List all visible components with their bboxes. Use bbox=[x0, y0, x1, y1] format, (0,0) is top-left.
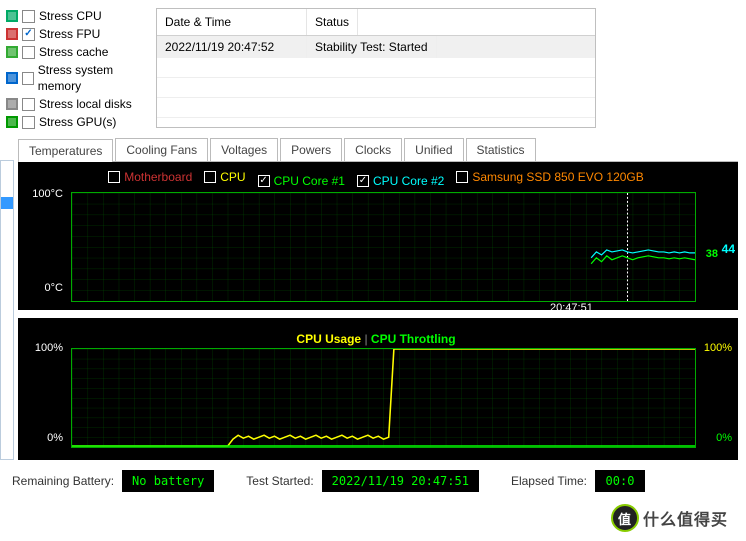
stress-option-row: ✓ Stress FPU bbox=[6, 26, 146, 42]
tab-temperatures[interactable]: Temperatures bbox=[18, 139, 113, 162]
option-label[interactable]: Stress GPU(s) bbox=[39, 114, 116, 130]
y-right-bot: 0% bbox=[716, 432, 732, 444]
sensor-tree-gutter[interactable] bbox=[0, 160, 14, 460]
stress-option-row: Stress GPU(s) bbox=[6, 114, 146, 130]
watermark-badge-icon: 值 bbox=[611, 504, 639, 532]
col-header-datetime[interactable]: Date & Time bbox=[157, 9, 307, 35]
y-axis-top: 100°C bbox=[32, 188, 63, 200]
usage-chart: CPU Usage | CPU Throttling 100% 0% 100% … bbox=[20, 320, 736, 458]
tab-powers[interactable]: Powers bbox=[280, 138, 342, 161]
option-icon bbox=[6, 116, 18, 128]
option-label[interactable]: Stress CPU bbox=[39, 8, 102, 24]
value-core1: 38 bbox=[706, 248, 718, 260]
checkbox[interactable]: ✓ bbox=[22, 28, 35, 41]
legend-checkbox[interactable] bbox=[357, 175, 369, 187]
y-axis-bot: 0°C bbox=[45, 282, 63, 294]
option-icon bbox=[6, 46, 18, 58]
cell-status: Stability Test: Started bbox=[307, 36, 437, 58]
stress-option-row: Stress local disks bbox=[6, 96, 146, 112]
y-left-bot: 0% bbox=[47, 432, 63, 444]
started-label: Test Started: bbox=[246, 474, 313, 488]
grid-svg bbox=[72, 349, 695, 447]
tab-unified[interactable]: Unified bbox=[404, 138, 463, 161]
legend-label: CPU Core #1 bbox=[274, 174, 345, 188]
elapsed-value: 00:0 bbox=[595, 470, 645, 492]
stress-option-row: Stress cache bbox=[6, 44, 146, 60]
tab-cooling-fans[interactable]: Cooling Fans bbox=[115, 138, 208, 161]
legend-checkbox[interactable] bbox=[456, 171, 468, 183]
checkbox[interactable] bbox=[22, 46, 35, 59]
legend-label: Motherboard bbox=[124, 170, 192, 184]
option-label[interactable]: Stress system memory bbox=[38, 62, 146, 94]
option-icon bbox=[6, 98, 18, 110]
stress-option-row: Stress CPU bbox=[6, 8, 146, 24]
x-axis-marker: 20:47:51 bbox=[550, 302, 593, 314]
grid-svg bbox=[72, 193, 695, 301]
legend-item[interactable]: CPU Core #1 bbox=[258, 174, 345, 188]
y-left-top: 100% bbox=[35, 342, 63, 354]
option-label[interactable]: Stress FPU bbox=[39, 26, 100, 42]
temperature-chart: Motherboard CPU CPU Core #1 CPU Core #2 Sams… bbox=[20, 164, 736, 308]
usage-grid[interactable] bbox=[71, 348, 696, 448]
legend-item[interactable]: Samsung SSD 850 EVO 120GB bbox=[456, 170, 643, 184]
option-icon bbox=[6, 28, 18, 40]
table-row[interactable]: 2022/11/19 20:47:52 Stability Test: Star… bbox=[157, 36, 595, 58]
checkbox[interactable] bbox=[22, 98, 35, 111]
option-label[interactable]: Stress cache bbox=[39, 44, 108, 60]
legend-label: CPU Core #2 bbox=[373, 174, 444, 188]
legend-checkbox[interactable] bbox=[108, 171, 120, 183]
y-right-top: 100% bbox=[704, 342, 732, 354]
checkbox[interactable] bbox=[22, 116, 35, 129]
checkbox[interactable] bbox=[22, 72, 34, 85]
event-log-table: Date & Time Status 2022/11/19 20:47:52 S… bbox=[156, 8, 596, 128]
temperature-grid[interactable] bbox=[71, 192, 696, 302]
cell-datetime: 2022/11/19 20:47:52 bbox=[157, 36, 307, 58]
usage-chart-title: CPU Usage | CPU Throttling bbox=[26, 332, 726, 346]
stress-options-panel: Stress CPU ✓ Stress FPU Stress cache Stress … bbox=[6, 4, 146, 132]
stress-option-row: Stress system memory bbox=[6, 62, 146, 94]
tab-clocks[interactable]: Clocks bbox=[344, 138, 402, 161]
tab-statistics[interactable]: Statistics bbox=[466, 138, 536, 161]
temperature-legend: Motherboard CPU CPU Core #1 CPU Core #2 Sams… bbox=[26, 170, 726, 188]
option-icon bbox=[6, 10, 18, 22]
status-bar: Remaining Battery: No battery Test Start… bbox=[0, 460, 746, 502]
value-core2: 44 bbox=[722, 242, 735, 256]
table-row[interactable] bbox=[157, 58, 595, 78]
legend-label: CPU bbox=[220, 170, 245, 184]
elapsed-label: Elapsed Time: bbox=[511, 474, 587, 488]
legend-label: Samsung SSD 850 EVO 120GB bbox=[472, 170, 643, 184]
checkbox[interactable] bbox=[22, 10, 35, 23]
legend-item[interactable]: CPU bbox=[204, 170, 245, 184]
chart-tabs: TemperaturesCooling FansVoltagesPowersCl… bbox=[18, 138, 746, 161]
battery-value: No battery bbox=[122, 470, 214, 492]
legend-item[interactable]: Motherboard bbox=[108, 170, 192, 184]
col-header-status[interactable]: Status bbox=[307, 9, 358, 35]
battery-label: Remaining Battery: bbox=[12, 474, 114, 488]
table-row[interactable] bbox=[157, 78, 595, 98]
legend-checkbox[interactable] bbox=[258, 175, 270, 187]
option-label[interactable]: Stress local disks bbox=[39, 96, 132, 112]
started-value: 2022/11/19 20:47:51 bbox=[322, 470, 479, 492]
table-row[interactable] bbox=[157, 98, 595, 118]
legend-item[interactable]: CPU Core #2 bbox=[357, 174, 444, 188]
tab-voltages[interactable]: Voltages bbox=[210, 138, 278, 161]
watermark: 值 什么值得买 bbox=[611, 500, 741, 536]
option-icon bbox=[6, 72, 18, 84]
legend-checkbox[interactable] bbox=[204, 171, 216, 183]
